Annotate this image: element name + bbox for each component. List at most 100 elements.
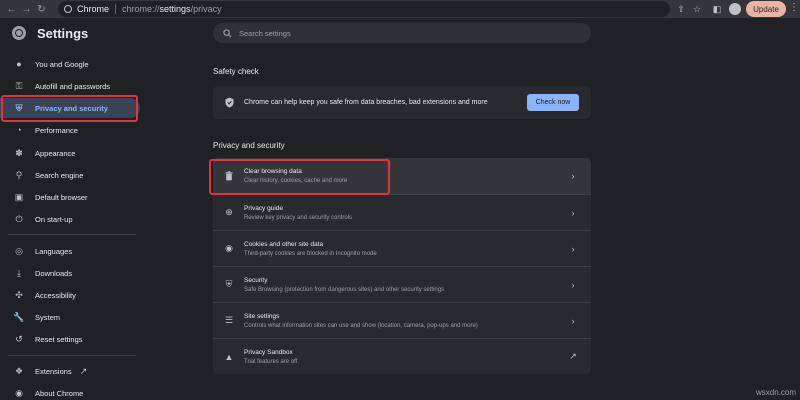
row-title: Security bbox=[244, 276, 268, 284]
row-subtitle: Trial features are off bbox=[244, 358, 298, 365]
row-subtitle: Controls what information sites can use … bbox=[244, 322, 478, 329]
privacy-sandbox-row[interactable]: ▲ Privacy Sandbox Trial features are off… bbox=[213, 338, 591, 374]
external-link-icon: ↗ bbox=[79, 365, 88, 376]
sidebar-item-label: Accessibility bbox=[35, 290, 76, 300]
compass-icon: ⊕ bbox=[225, 207, 233, 217]
url-suffix: /privacy bbox=[190, 4, 222, 14]
cookie-icon: ◉ bbox=[225, 243, 233, 253]
address-bar[interactable]: Chrome chrome://settings/privacy bbox=[58, 1, 670, 17]
sidebar-divider bbox=[8, 355, 136, 356]
row-subtitle: Safe Browsing (protection from dangerous… bbox=[244, 286, 445, 293]
sidebar-item-label: Autofill and passwords bbox=[35, 81, 111, 91]
sliders-icon: ☰ bbox=[224, 315, 234, 325]
search-input[interactable]: Search settings bbox=[213, 23, 591, 43]
sidebar-item-label: On start-up bbox=[35, 214, 73, 224]
chrome-site-icon bbox=[64, 5, 72, 13]
row-title: Privacy Sandbox bbox=[244, 348, 293, 356]
highlight-privacy-sidebar bbox=[1, 95, 138, 122]
flask-icon: ▲ bbox=[224, 351, 234, 362]
check-now-button[interactable]: Check now bbox=[527, 93, 579, 111]
wrench-icon: 🔧 bbox=[13, 311, 25, 322]
site-label: Chrome bbox=[77, 4, 110, 14]
person-icon: ● bbox=[16, 59, 22, 69]
privacy-guide-row[interactable]: ⊕ Privacy guide Review key privacy and s… bbox=[213, 194, 591, 230]
cookies-row[interactable]: ◉ Cookies and other site data Third-part… bbox=[213, 230, 591, 266]
reset-icon: ↺ bbox=[15, 333, 23, 344]
sidebar-item-extensions[interactable]: ❖ Extensions ↗ bbox=[0, 361, 140, 381]
sidebar-item-label: Languages bbox=[35, 246, 73, 256]
chevron-right-icon: › bbox=[571, 207, 575, 218]
more-menu-icon[interactable]: ⋮ bbox=[789, 2, 799, 13]
globe-icon: ◎ bbox=[15, 245, 23, 256]
palette-icon: ✽ bbox=[15, 147, 23, 158]
reload-icon[interactable]: ↻ bbox=[34, 0, 49, 18]
chevron-right-icon: › bbox=[571, 171, 575, 181]
sidebar-item-label: Reset settings bbox=[35, 334, 83, 344]
back-icon[interactable]: ← bbox=[4, 0, 19, 18]
chevron-right-icon: › bbox=[571, 315, 575, 326]
sidebar-item-default-browser[interactable]: ▣ Default browser bbox=[0, 187, 140, 207]
sidebar-item-label: About Chrome bbox=[35, 388, 84, 398]
omnibox-divider bbox=[115, 4, 117, 14]
forward-icon[interactable]: → bbox=[19, 0, 34, 18]
sidebar-item-label: Performance bbox=[35, 125, 78, 135]
row-title: Privacy guide bbox=[244, 204, 284, 212]
sidebar-item-languages[interactable]: ◎ Languages bbox=[0, 241, 140, 261]
key-icon: ⚿ bbox=[15, 80, 23, 91]
url-prefix: chrome:// bbox=[122, 4, 160, 14]
share-icon[interactable]: ⇧ bbox=[674, 2, 688, 16]
side-panel-icon[interactable]: ◧ bbox=[710, 2, 724, 16]
sidebar-item-search-engine[interactable]: ⚲ Search engine bbox=[0, 165, 140, 185]
sidebar-item-reset-settings[interactable]: ↺ Reset settings bbox=[0, 329, 140, 349]
watermark: wsxdn.com bbox=[756, 388, 797, 397]
safety-check-card: Chrome can help keep you safe from data … bbox=[213, 86, 591, 119]
sidebar-item-downloads[interactable]: ⤓ Downloads bbox=[0, 263, 140, 283]
shield-check-icon bbox=[223, 96, 235, 108]
url-bold: settings bbox=[159, 4, 191, 14]
chrome-logo-icon bbox=[12, 26, 26, 40]
star-icon[interactable]: ☆ bbox=[690, 2, 704, 16]
sidebar-item-appearance[interactable]: ✽ Appearance bbox=[0, 143, 140, 163]
safety-check-text: Chrome can help keep you safe from data … bbox=[244, 98, 488, 106]
chrome-icon: ◉ bbox=[15, 387, 23, 398]
row-subtitle: Review key privacy and security controls bbox=[244, 214, 353, 221]
download-icon: ⤓ bbox=[17, 267, 21, 278]
settings-header: Settings Search settings bbox=[0, 18, 800, 50]
row-title: Cookies and other site data bbox=[244, 240, 324, 248]
speedometer-icon: ◔ bbox=[16, 125, 22, 135]
sidebar-item-label: You and Google bbox=[35, 59, 89, 69]
puzzle-icon: ❖ bbox=[14, 365, 24, 376]
profile-avatar[interactable] bbox=[729, 3, 741, 15]
search-icon: ⚲ bbox=[15, 169, 23, 180]
sidebar-item-label: Extensions bbox=[35, 366, 72, 376]
highlight-clear-browsing-data bbox=[209, 159, 390, 195]
sidebar-item-autofill[interactable]: ⚿ Autofill and passwords bbox=[0, 76, 140, 96]
accessibility-icon: ✣ bbox=[15, 289, 23, 300]
sidebar-item-label: Downloads bbox=[35, 268, 73, 278]
sidebar-item-label: Appearance bbox=[35, 148, 76, 158]
chevron-right-icon: › bbox=[571, 243, 575, 254]
sidebar-item-label: System bbox=[35, 312, 61, 322]
update-button[interactable]: Update bbox=[746, 1, 786, 17]
search-icon bbox=[222, 28, 232, 38]
safety-check-heading: Safety check bbox=[213, 67, 259, 76]
chevron-right-icon: › bbox=[571, 279, 575, 290]
sidebar-divider bbox=[8, 234, 136, 235]
row-title: Site settings bbox=[244, 312, 280, 320]
sidebar-item-accessibility[interactable]: ✣ Accessibility bbox=[0, 285, 140, 305]
security-row[interactable]: ⛨ Security Safe Browsing (protection fro… bbox=[213, 266, 591, 302]
sidebar-item-label: Search engine bbox=[35, 170, 84, 180]
sidebar-item-on-start-up[interactable]: ⏻ On start-up bbox=[0, 209, 140, 229]
sidebar-item-system[interactable]: 🔧 System bbox=[0, 307, 140, 327]
sidebar-item-about-chrome[interactable]: ◉ About Chrome bbox=[0, 383, 140, 400]
power-icon: ⏻ bbox=[15, 213, 23, 224]
site-settings-row[interactable]: ☰ Site settings Controls what informatio… bbox=[213, 302, 591, 338]
sidebar-item-label: Default browser bbox=[35, 192, 88, 202]
shield-icon: ⛨ bbox=[225, 279, 233, 289]
row-subtitle: Third-party cookies are blocked in Incog… bbox=[244, 250, 377, 257]
search-placeholder: Search settings bbox=[239, 28, 291, 38]
sidebar-item-you-and-google[interactable]: ● You and Google bbox=[0, 54, 140, 74]
sidebar-item-performance[interactable]: ◔ Performance bbox=[0, 120, 140, 140]
external-link-icon: ↗ bbox=[569, 351, 577, 361]
page-title: Settings bbox=[37, 26, 89, 41]
